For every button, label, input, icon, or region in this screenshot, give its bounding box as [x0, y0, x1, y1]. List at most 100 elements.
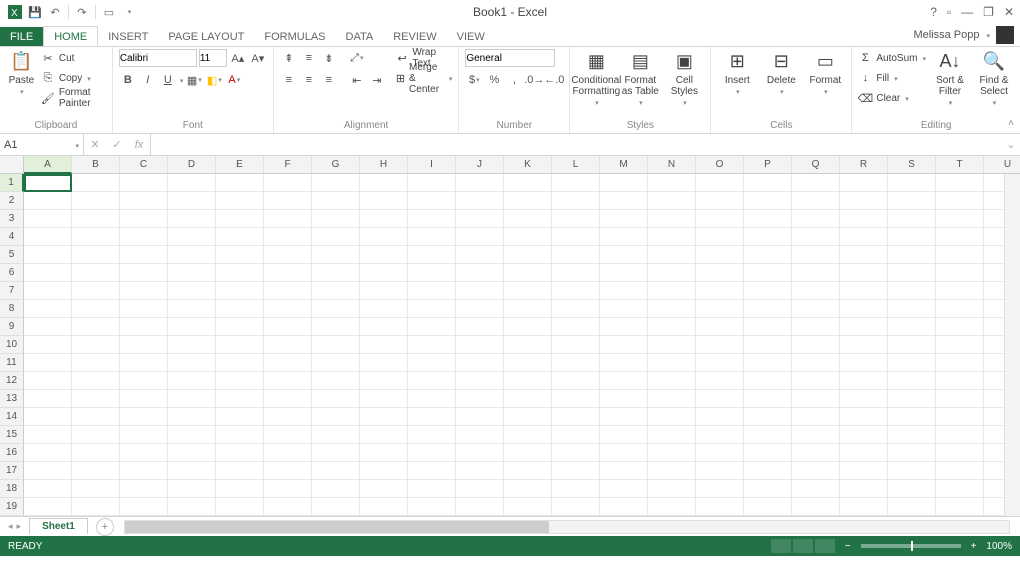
cell[interactable]: [840, 372, 888, 390]
cell[interactable]: [600, 372, 648, 390]
cell[interactable]: [24, 480, 72, 498]
cell[interactable]: [72, 498, 120, 516]
cell[interactable]: [120, 426, 168, 444]
cell[interactable]: [600, 282, 648, 300]
cell[interactable]: [504, 228, 552, 246]
column-header[interactable]: D: [168, 156, 216, 174]
cell[interactable]: [504, 210, 552, 228]
cell[interactable]: [696, 462, 744, 480]
conditional-formatting-button[interactable]: ▦Conditional Formatting: [576, 49, 616, 109]
help-icon[interactable]: ?: [930, 5, 937, 19]
cell[interactable]: [840, 282, 888, 300]
cell[interactable]: [120, 318, 168, 336]
cell[interactable]: [792, 408, 840, 426]
find-select-button[interactable]: 🔍Find & Select: [974, 49, 1014, 109]
cell[interactable]: [600, 246, 648, 264]
cell[interactable]: [24, 444, 72, 462]
cell[interactable]: [696, 354, 744, 372]
cell[interactable]: [552, 444, 600, 462]
cell[interactable]: [312, 426, 360, 444]
cell[interactable]: [648, 264, 696, 282]
cell[interactable]: [264, 300, 312, 318]
cell[interactable]: [360, 264, 408, 282]
cell[interactable]: [24, 354, 72, 372]
cell[interactable]: [312, 246, 360, 264]
comma-icon[interactable]: ,: [505, 71, 523, 89]
row-header[interactable]: 8: [0, 300, 24, 318]
cell[interactable]: [312, 174, 360, 192]
merge-center-button[interactable]: ⊞Merge & Center: [396, 69, 453, 87]
cell[interactable]: [552, 300, 600, 318]
row-header[interactable]: 13: [0, 390, 24, 408]
cell[interactable]: [456, 444, 504, 462]
cell[interactable]: [360, 336, 408, 354]
font-family-combo[interactable]: [119, 49, 197, 67]
cell[interactable]: [360, 228, 408, 246]
row-header[interactable]: 6: [0, 264, 24, 282]
cell[interactable]: [936, 264, 984, 282]
cell[interactable]: [312, 192, 360, 210]
cell[interactable]: [456, 192, 504, 210]
cell[interactable]: [168, 192, 216, 210]
cell[interactable]: [648, 192, 696, 210]
cell[interactable]: [216, 336, 264, 354]
cell[interactable]: [24, 498, 72, 516]
cell[interactable]: [888, 246, 936, 264]
cell[interactable]: [744, 264, 792, 282]
cell[interactable]: [792, 462, 840, 480]
cell[interactable]: [840, 390, 888, 408]
column-header[interactable]: Q: [792, 156, 840, 174]
cell[interactable]: [168, 462, 216, 480]
cell[interactable]: [312, 444, 360, 462]
cell[interactable]: [264, 246, 312, 264]
cell[interactable]: [888, 408, 936, 426]
cell[interactable]: [456, 318, 504, 336]
autosum-button[interactable]: ΣAutoSum: [858, 49, 926, 67]
tab-review[interactable]: REVIEW: [383, 27, 446, 46]
cell[interactable]: [600, 210, 648, 228]
cell[interactable]: [408, 246, 456, 264]
cell[interactable]: [936, 318, 984, 336]
sort-filter-button[interactable]: A↓Sort & Filter: [930, 49, 970, 109]
cell[interactable]: [744, 480, 792, 498]
underline-button[interactable]: U: [159, 71, 177, 89]
cell[interactable]: [168, 336, 216, 354]
cut-button[interactable]: ✂Cut: [41, 49, 106, 67]
cell[interactable]: [24, 336, 72, 354]
cell[interactable]: [72, 246, 120, 264]
border-button[interactable]: ▦: [185, 71, 203, 89]
undo-icon[interactable]: ↶: [46, 3, 64, 21]
row-header[interactable]: 16: [0, 444, 24, 462]
cell[interactable]: [264, 408, 312, 426]
save-icon[interactable]: 💾: [26, 3, 44, 21]
cell[interactable]: [504, 336, 552, 354]
cell[interactable]: [504, 192, 552, 210]
cell[interactable]: [504, 372, 552, 390]
cell[interactable]: [552, 282, 600, 300]
cell[interactable]: [504, 354, 552, 372]
cell[interactable]: [792, 390, 840, 408]
cell[interactable]: [264, 264, 312, 282]
cell[interactable]: [24, 426, 72, 444]
cell[interactable]: [168, 372, 216, 390]
cell[interactable]: [840, 318, 888, 336]
cell[interactable]: [504, 282, 552, 300]
cell[interactable]: [168, 426, 216, 444]
cell[interactable]: [792, 354, 840, 372]
delete-cells-button[interactable]: ⊟Delete: [761, 49, 801, 98]
cell[interactable]: [456, 354, 504, 372]
column-header[interactable]: J: [456, 156, 504, 174]
cell[interactable]: [936, 210, 984, 228]
cell[interactable]: [888, 462, 936, 480]
cell[interactable]: [408, 372, 456, 390]
cell[interactable]: [648, 462, 696, 480]
cell[interactable]: [360, 462, 408, 480]
cell[interactable]: [600, 354, 648, 372]
increase-font-icon[interactable]: A▴: [229, 49, 247, 67]
clear-button[interactable]: ⌫Clear: [858, 89, 926, 107]
row-header[interactable]: 9: [0, 318, 24, 336]
tab-file[interactable]: FILE: [0, 27, 43, 46]
cell[interactable]: [600, 462, 648, 480]
cell[interactable]: [888, 444, 936, 462]
percent-icon[interactable]: %: [485, 71, 503, 89]
